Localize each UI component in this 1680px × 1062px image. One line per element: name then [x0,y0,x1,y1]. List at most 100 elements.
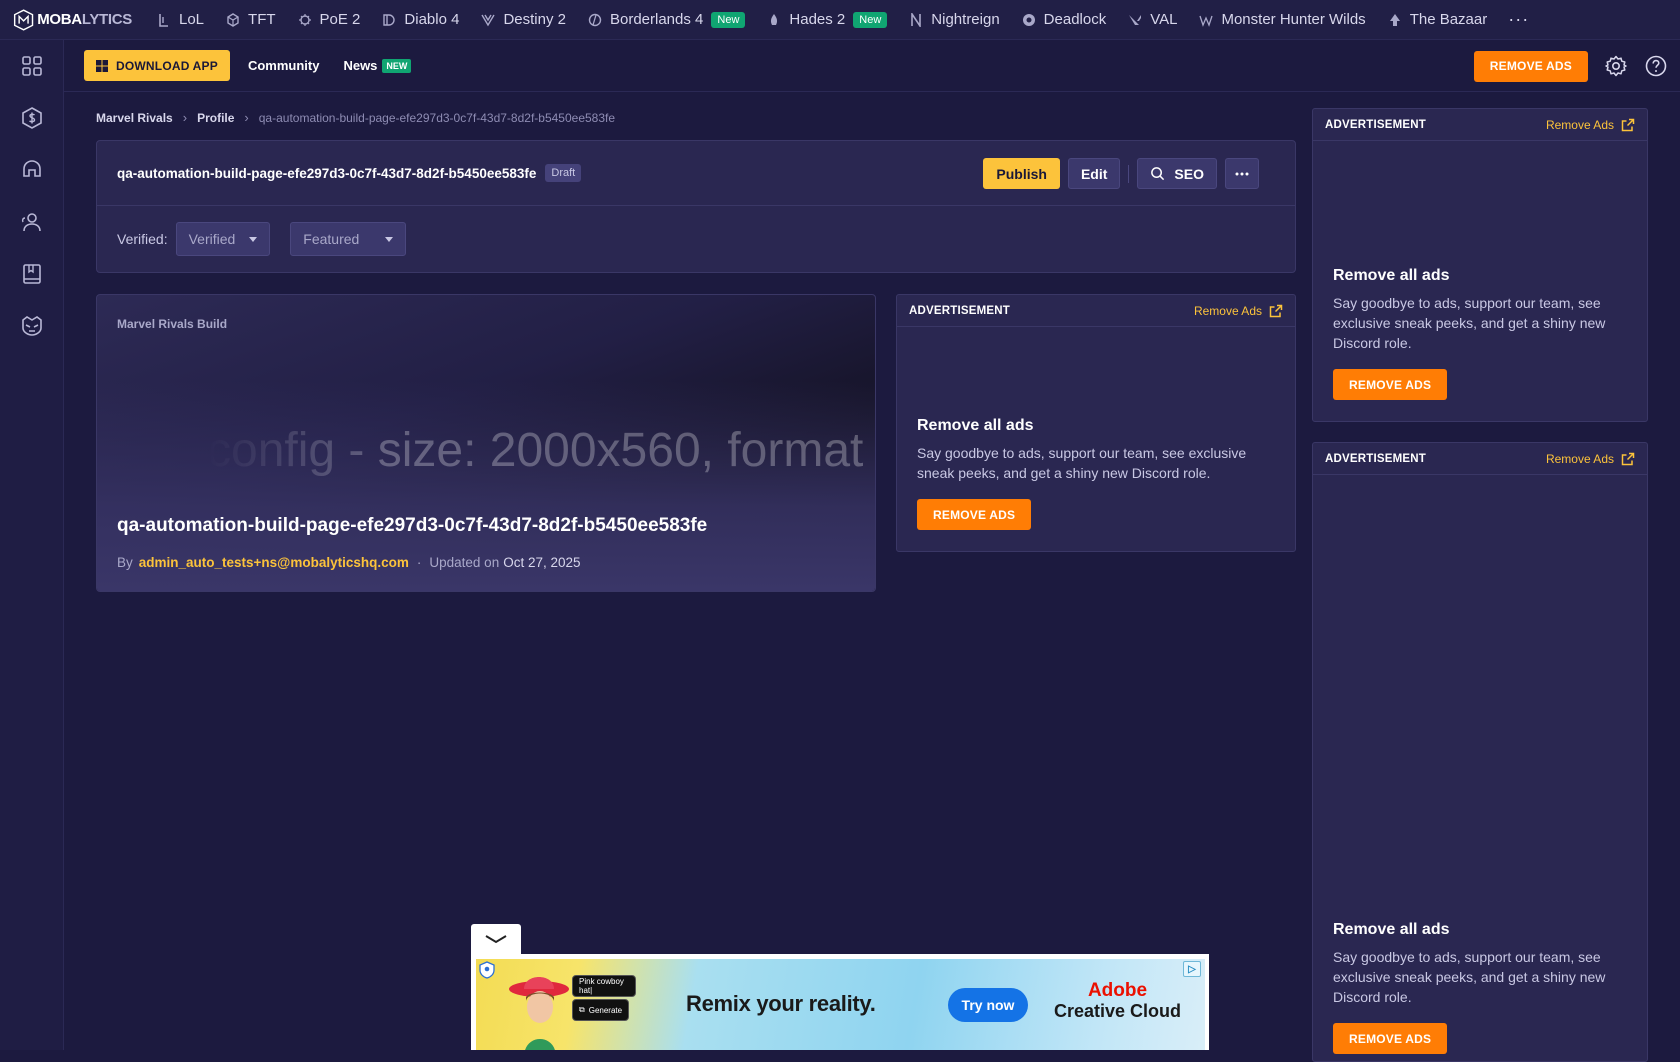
ad-generate-chip-icon: ⧉ [579,1005,585,1014]
mobalytics-logo-icon [13,8,34,31]
ad-label: ADVERTISEMENT [1325,118,1426,131]
external-link-icon [1621,452,1635,465]
chevron-right-icon: › [182,110,188,125]
poe2-icon [298,13,311,26]
nav-game-val[interactable]: VAL [1117,0,1188,40]
seo-button[interactable]: SEO [1137,158,1217,189]
remove-ads-link[interactable]: Remove Ads [1546,452,1635,466]
marvel-mask-icon[interactable] [20,314,44,338]
breadcrumb-marvel-rivals[interactable]: Marvel Rivals [96,111,173,125]
community-link[interactable]: Community [248,58,320,73]
collapse-banner-button[interactable] [471,924,521,954]
deadlock-icon [1022,13,1035,26]
helmet-icon[interactable] [20,158,44,182]
diablo4-icon [383,13,396,26]
ad-generate-chip-label: Generate [588,1005,623,1015]
by-label: By [117,555,133,570]
subheader-actions: REMOVE ADS [1473,40,1668,92]
build-preview-card[interactable]: Marvel Rivals Build config - size: 2000x… [96,294,876,592]
nav-game-deadlock[interactable]: Deadlock [1011,0,1118,40]
nav-game-label: VAL [1150,11,1178,28]
breadcrumb-profile[interactable]: Profile [197,111,234,125]
verified-select[interactable]: Verified [175,222,271,256]
remove-ads-link[interactable]: Remove Ads [1546,118,1635,132]
nav-game-label: TFT [248,11,276,28]
nav-game-label: Diablo 4 [404,11,460,28]
download-app-button[interactable]: DOWNLOAD APP [84,50,230,81]
page-title: qa-automation-build-page-efe297d3-0c7f-4… [117,165,537,181]
nightreign-icon [911,12,922,27]
nav-game-label: Destiny 2 [503,11,566,28]
chevron-right-icon: › [244,110,249,125]
nav-game-the-bazaar[interactable]: The Bazaar [1377,0,1499,40]
more-options-button[interactable] [1225,158,1259,189]
news-new-badge: NEW [382,58,412,73]
ad-choices-icon[interactable]: ▷ [1183,961,1201,977]
ad-heading: Remove all ads [1333,921,1450,938]
nav-game-label: Monster Hunter Wilds [1221,11,1366,28]
sub-header: DOWNLOAD APP Community News NEW REMOVE AD… [64,40,1680,92]
chevron-down-icon [249,236,258,242]
breadcrumb-current: qa-automation-build-page-efe297d3-0c7f-4… [258,110,616,125]
ad-label: ADVERTISEMENT [1325,452,1426,465]
nav-game-tft[interactable]: TFT [215,0,287,40]
author-link[interactable]: admin_auto_tests+ns@mobalyticshq.com [139,555,409,570]
updated-label: Updated on [429,555,500,570]
nav-game-destiny2[interactable]: Destiny 2 [470,0,577,40]
external-link-icon [1269,304,1283,317]
news-label: News [343,58,378,73]
external-link-icon [1621,118,1635,131]
remove-ads-link[interactable]: Remove Ads [1194,304,1283,318]
news-link[interactable]: News NEW [343,58,412,73]
build-kicker: Marvel Rivals Build [117,317,228,331]
verified-label: Verified: [117,231,168,247]
lol-icon [159,13,168,27]
nav-game-monster-hunter-wilds[interactable]: Monster Hunter Wilds [1188,0,1376,40]
build-title: qa-automation-build-page-efe297d3-0c7f-4… [117,515,708,536]
nav-game-poe2[interactable]: PoE 2 [287,0,372,40]
ad-generate-chip: ⧉ Generate [572,999,630,1021]
bottom-ad-banner[interactable]: Pink cowboy hat| ⧉ Generate Remix your re… [471,954,1209,1050]
nav-game-label: Nightreign [931,11,1000,28]
adobe-brand: Adobe Creative Cloud [1054,981,1182,1022]
featured-select[interactable]: Featured [290,222,407,256]
nav-game-hades2[interactable]: Hades 2 New [756,0,898,40]
nav-game-diablo4[interactable]: Diablo 4 [371,0,470,40]
adobe-brand-line2: Creative Cloud [1054,1001,1182,1021]
publish-button[interactable]: Publish [983,158,1060,189]
help-icon[interactable] [1644,54,1668,78]
nav-game-lol[interactable]: LoL [146,0,215,40]
ad-try-now-button[interactable]: Try now [948,988,1028,1022]
nav-game-borderlands4[interactable]: Borderlands 4 New [577,0,756,40]
new-badge: New [711,11,746,28]
hades2-icon [771,13,778,25]
featured-select-value: Featured [303,231,360,247]
nav-game-nightreign[interactable]: Nightreign [898,0,1010,40]
top-navigation: MOBALYTICS LoL TFT PoE 2 Diablo 4 Destin… [0,0,1680,40]
search-icon [1151,167,1165,181]
ad-heading: Remove all ads [917,417,1034,434]
grid-icon[interactable] [20,54,44,78]
ad-card-right-bottom: ADVERTISEMENT Remove Ads Remove all ads … [1312,442,1648,1062]
nav-game-label: LoL [179,11,205,28]
header-actions: Publish Edit SEO [983,158,1259,189]
bazaar-icon [1389,13,1400,26]
ad-label: ADVERTISEMENT [909,304,1010,317]
ad-card-right-top: ADVERTISEMENT Remove Ads Remove all ads … [1312,108,1648,422]
tft-icon [227,12,239,27]
cover-image-placeholder-text: config - size: 2000x560, format [207,424,864,477]
nav-game-label: Hades 2 [789,11,846,28]
more-games-button[interactable]: ··· [1498,9,1539,30]
users-icon[interactable] [20,210,44,234]
meta-separator: · [416,555,422,570]
coin-icon[interactable] [20,106,44,130]
remove-ads-button[interactable]: REMOVE ADS [1333,369,1448,400]
remove-ads-button[interactable]: REMOVE ADS [1333,1023,1448,1054]
nav-game-label: PoE 2 [319,11,361,28]
remove-ads-button[interactable]: REMOVE ADS [917,499,1032,530]
mobalytics-logo[interactable]: MOBALYTICS [12,0,132,40]
edit-button[interactable]: Edit [1067,158,1121,189]
gear-icon[interactable] [1604,54,1628,78]
remove-ads-header-button[interactable]: REMOVE ADS [1473,50,1588,82]
book-icon[interactable] [20,262,44,286]
